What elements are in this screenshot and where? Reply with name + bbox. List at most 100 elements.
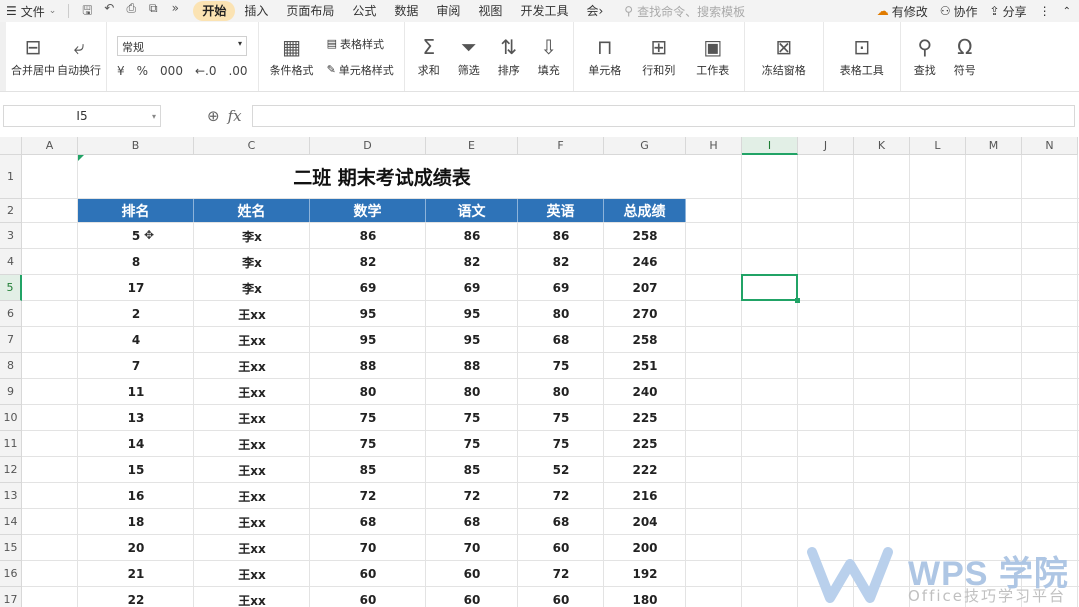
print-icon[interactable]: ⎙ (123, 1, 139, 22)
row-header-15[interactable]: 15 (0, 535, 22, 561)
select-all-corner[interactable] (0, 137, 22, 155)
row-header-14[interactable]: 14 (0, 509, 22, 535)
active-cell-selection[interactable] (741, 274, 800, 303)
table-cell[interactable]: 68 (310, 509, 426, 535)
table-cell[interactable]: 82 (518, 249, 604, 275)
table-cell[interactable]: 18 (78, 509, 194, 535)
column-header-e[interactable]: E (426, 137, 518, 155)
table-cell[interactable]: 王xx (194, 353, 310, 379)
table-cell[interactable]: 李x (194, 249, 310, 275)
table-header-cell[interactable]: 排名 (78, 199, 194, 222)
table-cell[interactable]: 75 (426, 431, 518, 457)
row-header-10[interactable]: 10 (0, 405, 22, 431)
table-cell[interactable]: 270 (604, 301, 686, 327)
table-cell[interactable]: 86 (518, 223, 604, 249)
table-cell[interactable]: 4 (78, 327, 194, 353)
row-header-13[interactable]: 13 (0, 483, 22, 509)
row-header-4[interactable]: 4 (0, 249, 22, 275)
table-cell[interactable]: 王xx (194, 483, 310, 509)
table-cell[interactable]: 王xx (194, 587, 310, 607)
table-cell[interactable]: 75 (518, 405, 604, 431)
file-menu[interactable]: ☰ 文件 ⌄ (0, 3, 62, 20)
table-cell[interactable]: 王xx (194, 327, 310, 353)
table-cell[interactable]: 王xx (194, 405, 310, 431)
table-cell[interactable]: 82 (310, 249, 426, 275)
column-header-h[interactable]: H (686, 137, 742, 155)
column-header-k[interactable]: K (854, 137, 910, 155)
table-cell[interactable]: 200 (604, 535, 686, 561)
more-options-icon[interactable]: ⋮ (1039, 4, 1051, 18)
table-cell[interactable]: 14 (78, 431, 194, 457)
table-cell[interactable]: 204 (604, 509, 686, 535)
row-header-9[interactable]: 9 (0, 379, 22, 405)
modify-button[interactable]: ☁ 有修改 (877, 3, 928, 20)
column-header-m[interactable]: M (966, 137, 1022, 155)
row-header-7[interactable]: 7 (0, 327, 22, 353)
table-cell[interactable]: 207 (604, 275, 686, 301)
name-box[interactable]: I5 ▾ (3, 105, 161, 127)
column-header-l[interactable]: L (910, 137, 966, 155)
table-style-button[interactable]: ▤ 表格样式 (327, 36, 394, 52)
collapse-ribbon-icon[interactable]: ⌃ (1063, 6, 1071, 17)
tab-review[interactable]: 审阅 (427, 1, 469, 21)
table-cell[interactable]: 258 (604, 327, 686, 353)
tab-developer[interactable]: 开发工具 (511, 1, 577, 21)
tab-page-layout[interactable]: 页面布局 (277, 1, 343, 21)
table-cell[interactable]: 72 (518, 483, 604, 509)
table-cell[interactable]: 246 (604, 249, 686, 275)
table-cell[interactable]: 60 (310, 561, 426, 587)
merge-center-button[interactable]: ⊟ 合并居中 (10, 27, 56, 87)
table-cell[interactable]: 95 (426, 301, 518, 327)
row-header-3[interactable]: 3 (0, 223, 22, 249)
column-header-f[interactable]: F (518, 137, 604, 155)
row-header-2[interactable]: 2 (0, 199, 22, 223)
table-header-cell[interactable]: 英语 (518, 199, 604, 222)
percent-button[interactable]: % (137, 64, 148, 78)
table-cell[interactable]: 11 (78, 379, 194, 405)
sum-button[interactable]: Σ 求和 (409, 27, 449, 87)
spreadsheet-grid[interactable]: A B C D E F G H I J K L M N 1 2 3 4 5 6 7 8 9 10 11 12 13 14 15 16 17 二… (0, 137, 1079, 607)
table-cell[interactable]: 225 (604, 405, 686, 431)
table-cell[interactable]: 95 (310, 301, 426, 327)
table-cell[interactable]: 69 (310, 275, 426, 301)
table-cell[interactable]: 192 (604, 561, 686, 587)
table-cell[interactable]: 60 (518, 535, 604, 561)
table-cell[interactable]: 258 (604, 223, 686, 249)
table-header-cell[interactable]: 语文 (426, 199, 518, 222)
wrap-text-button[interactable]: ⤶ 自动换行 (56, 27, 102, 87)
table-cell[interactable]: 180 (604, 587, 686, 607)
table-cell[interactable]: 69 (426, 275, 518, 301)
table-cell[interactable]: 216 (604, 483, 686, 509)
table-cell[interactable]: 王xx (194, 561, 310, 587)
column-header-i[interactable]: I (742, 137, 798, 155)
row-header-16[interactable]: 16 (0, 561, 22, 587)
table-cell[interactable]: 85 (310, 457, 426, 483)
table-cell[interactable]: 王xx (194, 509, 310, 535)
row-header-12[interactable]: 12 (0, 457, 22, 483)
column-header-g[interactable]: G (604, 137, 686, 155)
table-cell[interactable]: 王xx (194, 457, 310, 483)
collab-button[interactable]: ⚇ 协作 (940, 3, 978, 20)
table-cell[interactable]: 15 (78, 457, 194, 483)
freeze-panes-button[interactable]: ⊠ 冻结窗格 (749, 27, 819, 87)
filter-button[interactable]: ⏷ 筛选 (449, 27, 489, 87)
table-cell[interactable]: 82 (426, 249, 518, 275)
row-header-1[interactable]: 1 (0, 155, 22, 199)
table-cell[interactable]: 69 (518, 275, 604, 301)
share-button[interactable]: ⇪ 分享 (990, 3, 1027, 20)
conditional-format-button[interactable]: ▦ 条件格式 (263, 27, 321, 87)
table-cell[interactable]: 80 (518, 379, 604, 405)
fill-button[interactable]: ⇩ 填充 (529, 27, 569, 87)
undo-icon[interactable]: ↶ (101, 1, 117, 22)
table-cell[interactable]: 王xx (194, 431, 310, 457)
tab-home[interactable]: 开始 (193, 1, 236, 21)
table-cell[interactable]: 70 (310, 535, 426, 561)
table-cell[interactable]: 85 (426, 457, 518, 483)
table-cell[interactable]: 王xx (194, 301, 310, 327)
symbol-button[interactable]: Ω 符号 (945, 27, 985, 87)
row-header-17[interactable]: 17 (0, 587, 22, 607)
table-cell[interactable]: 13 (78, 405, 194, 431)
tab-formula[interactable]: 公式 (343, 1, 385, 21)
table-cell[interactable]: 86 (310, 223, 426, 249)
currency-button[interactable]: ¥ (117, 64, 125, 78)
